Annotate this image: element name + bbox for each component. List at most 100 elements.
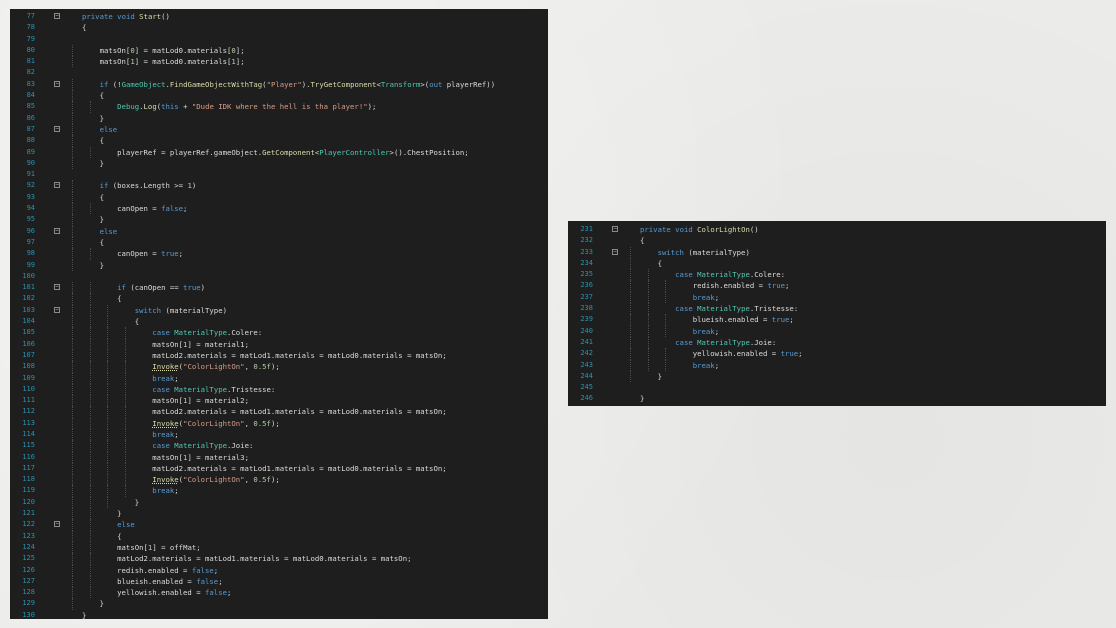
code-line[interactable]: 94 canOpen = false; — [10, 203, 548, 215]
collapse-icon[interactable]: − — [54, 227, 60, 234]
line-number: 244 — [580, 371, 593, 380]
indent-guide — [72, 575, 73, 588]
line-number: 109 — [22, 373, 35, 382]
code-line[interactable]: 83 − if (!GameObject.FindGameObjectWithTa… — [10, 78, 548, 91]
collapse-icon[interactable]: − — [54, 80, 60, 87]
code-line[interactable]: 237 break; — [568, 291, 1106, 304]
code-line[interactable]: 79 — [10, 34, 548, 45]
code-line[interactable]: 232 { — [568, 235, 1106, 246]
collapse-icon[interactable]: − — [612, 226, 618, 232]
code-line[interactable]: 82 — [10, 67, 548, 78]
collapse-icon[interactable]: − — [54, 13, 60, 19]
code-line[interactable]: 90 } — [10, 157, 548, 170]
code-line[interactable]: 99 } — [10, 259, 548, 271]
code-line[interactable]: 124 matsOn[1] = offMat; — [10, 541, 548, 554]
code-line[interactable]: 116 matsOn[1] = material3; — [10, 451, 548, 463]
code-editor-left[interactable]: 77− private void Start() 78{79 80 matsOn[0]… — [10, 9, 548, 619]
code-line[interactable]: 129 } — [10, 598, 548, 610]
code-line[interactable]: 239 blueish.enabled = true; — [568, 314, 1106, 326]
code-line[interactable]: 89 playerRef = playerRef.gameObject.GetC… — [10, 146, 548, 158]
code-line[interactable]: 128 yellowish.enabled = false; — [10, 587, 548, 599]
code-line[interactable]: 235 case MaterialType.Colere: — [568, 269, 1106, 281]
code-line[interactable]: 96 − else — [10, 225, 548, 237]
code-line[interactable]: 102 { — [10, 293, 548, 305]
code-line[interactable]: 118 Invoke("ColorLightOn", 0.5f); — [10, 474, 548, 486]
line-number: 80 — [26, 45, 35, 54]
code-line[interactable]: 242 yellowish.enabled = true; — [568, 348, 1106, 360]
code-line[interactable]: 115 case MaterialType.Joie: — [10, 440, 548, 452]
code-line[interactable]: 123 { — [10, 530, 548, 542]
code-line[interactable]: 109 break; — [10, 372, 548, 384]
line-number: 105 — [22, 328, 35, 337]
collapse-icon[interactable]: − — [54, 521, 60, 528]
code-line[interactable]: 86 } — [10, 112, 548, 124]
indent-guide — [72, 395, 73, 407]
code-line[interactable]: 238 case MaterialType.Tristesse: — [568, 303, 1106, 315]
code-line[interactable]: 243 break; — [568, 359, 1106, 371]
line-number: 237 — [580, 292, 593, 301]
code-line[interactable]: 77 − private void Start() — [10, 11, 548, 22]
code-line[interactable]: 81 matsOn[1] = matLod0.materials[1]; — [10, 56, 548, 68]
code-line[interactable]: 104 { — [10, 316, 548, 328]
code-line[interactable]: 114 break; — [10, 428, 548, 441]
code-line[interactable]: 100 — [10, 271, 548, 282]
code-text: break; — [152, 486, 179, 496]
code-line[interactable]: 120 } — [10, 496, 548, 509]
code-line[interactable]: 84 { — [10, 90, 548, 102]
code-line[interactable]: 117 matLod2.materials = matLod1.material… — [10, 462, 548, 475]
code-editor-right[interactable]: 231− private void ColorLightOn() 232{233 − … — [568, 221, 1106, 406]
code-line[interactable]: 91 — [10, 169, 548, 180]
collapse-icon[interactable]: − — [612, 248, 618, 255]
collapse-icon[interactable]: − — [54, 125, 60, 132]
code-line[interactable]: 78 { — [10, 22, 548, 33]
code-line[interactable]: 231 − private void ColorLightOn() — [568, 224, 1106, 235]
code-text: Invoke("ColorLightOn", 0.5f); — [152, 362, 280, 372]
code-line[interactable]: 95 } — [10, 214, 548, 226]
code-line[interactable]: 80 matsOn[0] = matLod0.materials[0]; — [10, 44, 548, 57]
code-line[interactable]: 127 blueish.enabled = false; — [10, 575, 548, 588]
code-line[interactable]: 110 case MaterialType.Tristesse: — [10, 383, 548, 396]
code-line[interactable]: 93 { — [10, 191, 548, 204]
code-line[interactable]: 233 − switch (materialType) — [568, 246, 1106, 258]
code-line[interactable]: 101 − if (canOpen == true) — [10, 282, 548, 294]
code-line[interactable]: 97 { — [10, 236, 548, 249]
code-line[interactable]: 244 } — [568, 370, 1106, 383]
code-line[interactable]: 87 − else — [10, 123, 548, 136]
code-line[interactable]: 107 matLod2.materials = matLod1.material… — [10, 349, 548, 362]
indent-guide — [72, 508, 73, 520]
line-number: 233 — [580, 247, 593, 256]
code-line[interactable]: 85 Debug.Log(this + "Dude IDK where the … — [10, 101, 548, 113]
collapse-icon[interactable]: − — [54, 182, 60, 189]
code-line[interactable]: 111 matsOn[1] = material2; — [10, 395, 548, 407]
line-number: 124 — [22, 542, 35, 551]
code-line[interactable]: 246} — [568, 393, 1106, 404]
code-line[interactable]: 106 matsOn[1] = material1; — [10, 338, 548, 350]
code-text: } — [82, 113, 104, 123]
line-number: 111 — [22, 396, 35, 405]
collapse-icon[interactable]: − — [54, 306, 60, 313]
code-line[interactable]: 105 case MaterialType.Colere: — [10, 327, 548, 339]
code-line[interactable]: 98 canOpen = true; — [10, 248, 548, 260]
code-line[interactable]: 240 break; — [568, 325, 1106, 337]
code-line[interactable]: 236 redish.enabled = true; — [568, 280, 1106, 292]
line-number: 125 — [22, 554, 35, 563]
collapse-icon[interactable]: − — [54, 284, 60, 291]
code-line[interactable]: 108 Invoke("ColorLightOn", 0.5f); — [10, 361, 548, 373]
code-text: switch (materialType) — [657, 247, 750, 257]
code-line[interactable]: 241 case MaterialType.Joie: — [568, 336, 1106, 349]
code-line[interactable]: 119 break; — [10, 485, 548, 497]
code-line[interactable]: 126 redish.enabled = false; — [10, 564, 548, 576]
code-line[interactable]: 113 Invoke("ColorLightOn", 0.5f); — [10, 417, 548, 429]
code-line[interactable]: 92 − if (boxes.Length >= 1) — [10, 180, 548, 192]
code-line[interactable]: 234 { — [568, 257, 1106, 270]
code-line[interactable]: 88 { — [10, 135, 548, 147]
code-line[interactable]: 122 − else — [10, 519, 548, 531]
line-number: 116 — [22, 452, 35, 461]
code-line[interactable]: 125 matLod2.materials = matLod1.material… — [10, 553, 548, 565]
code-line[interactable]: 112 matLod2.materials = matLod1.material… — [10, 406, 548, 418]
code-line[interactable]: 130} — [10, 610, 548, 619]
line-number: 102 — [22, 294, 35, 303]
code-line[interactable]: 103 − switch (materialType) — [10, 304, 548, 317]
code-line[interactable]: 121 } — [10, 508, 548, 520]
code-line[interactable]: 245 — [568, 382, 1106, 393]
